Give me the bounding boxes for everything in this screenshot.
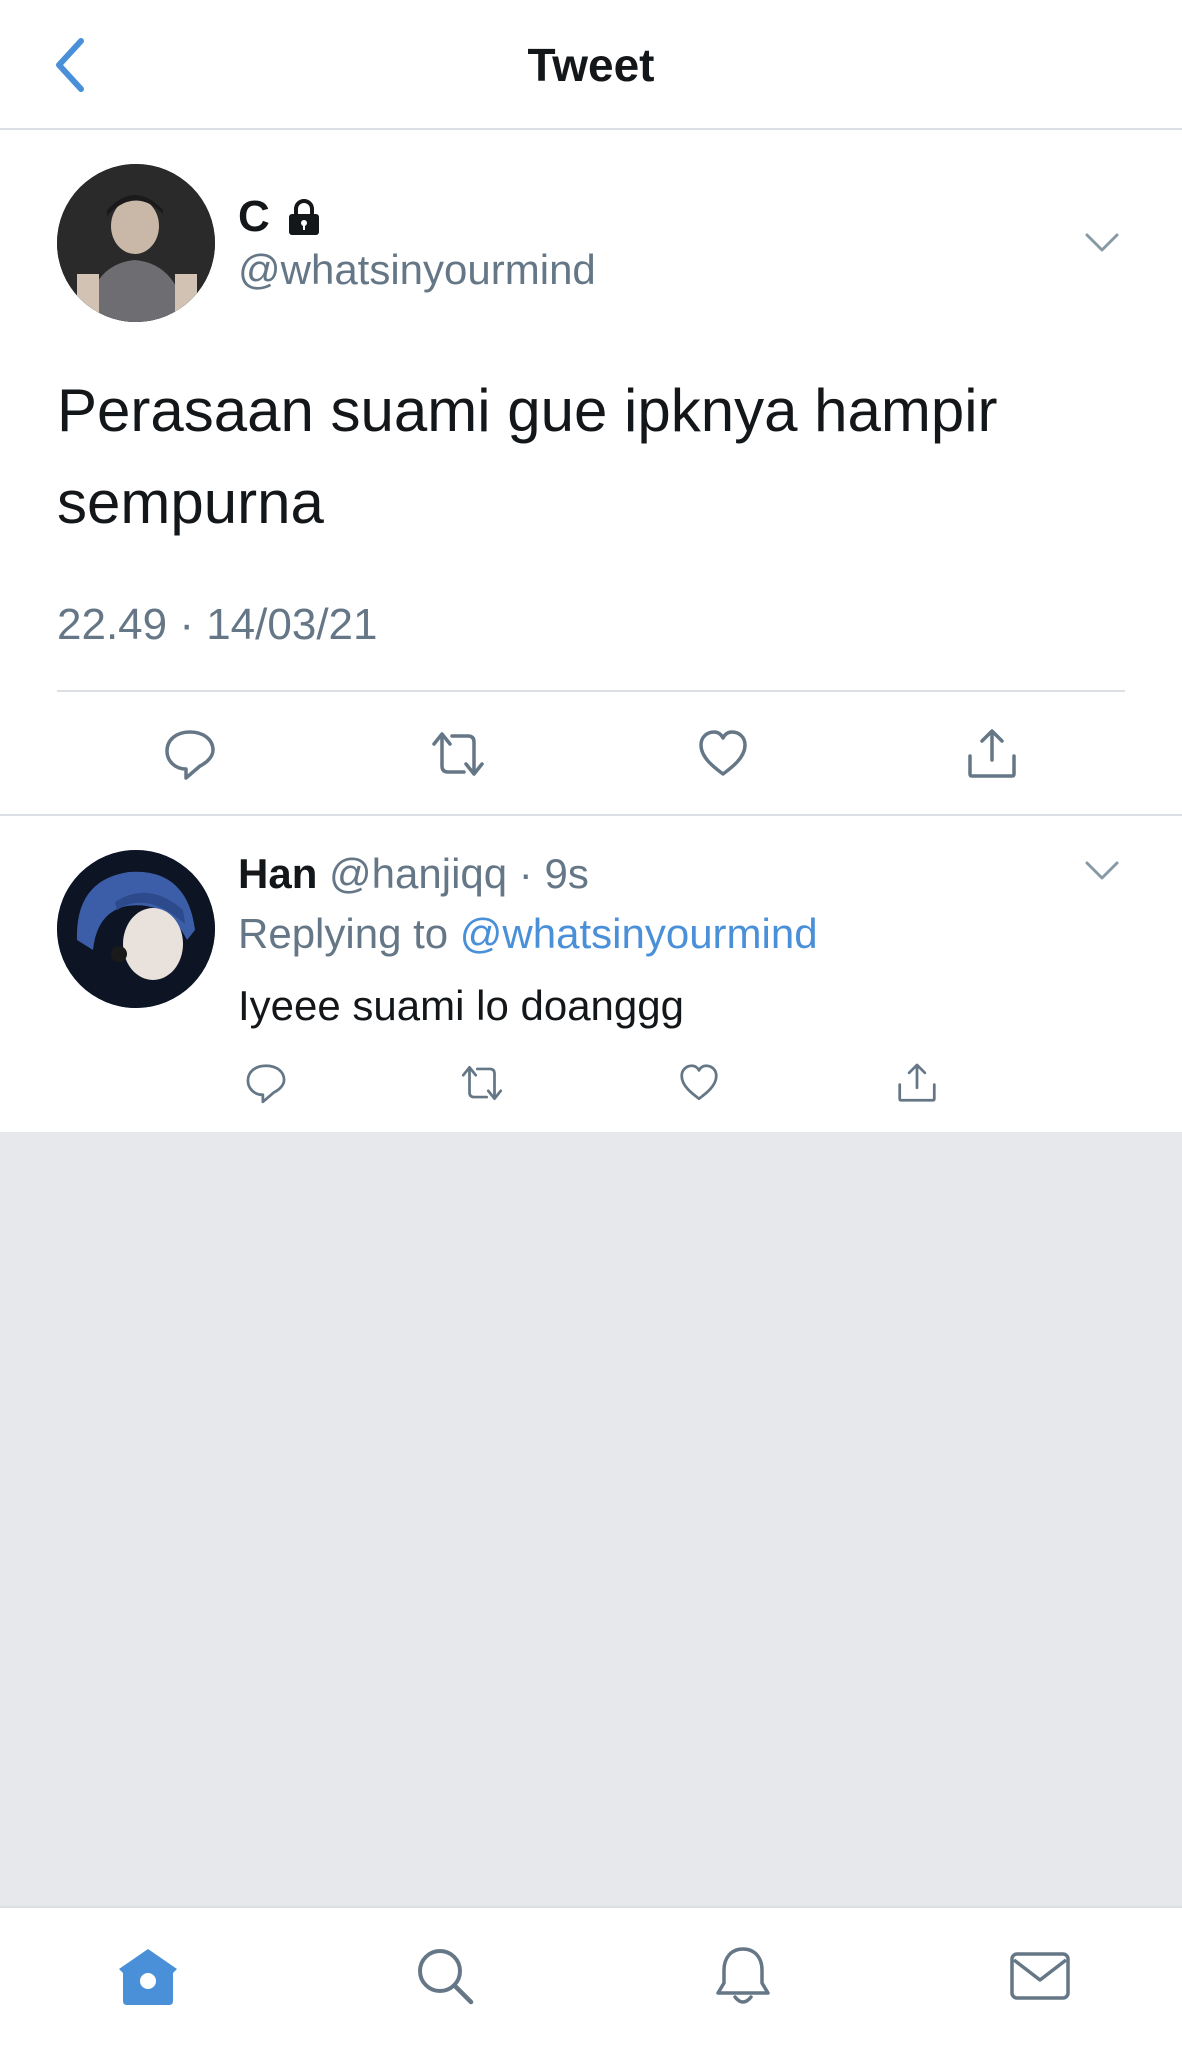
tab-home[interactable] — [108, 1936, 188, 2016]
like-icon — [680, 1064, 718, 1101]
avatar-image — [57, 850, 215, 1008]
lock-icon — [284, 197, 324, 237]
more-options-button[interactable] — [1082, 228, 1122, 258]
like-icon — [699, 730, 747, 776]
replying-to-link[interactable]: @whatsinyourmind — [460, 910, 818, 957]
tab-messages[interactable] — [1000, 1936, 1080, 2016]
notifications-icon — [716, 1947, 770, 2004]
reply-user-handle[interactable]: @hanjiqq — [329, 850, 507, 897]
reply-retweet-button[interactable] — [452, 1048, 512, 1118]
chevron-down-icon — [1085, 861, 1119, 880]
tweet-timestamp: 22.49 · 14/03/21 — [57, 600, 378, 649]
replying-to: Replying to @whatsinyourmind — [238, 910, 818, 958]
replying-to-label: Replying to — [238, 910, 449, 957]
tweet-text: Perasaan suami gue ipknya hampir sempurn… — [57, 377, 998, 536]
search-icon — [418, 1949, 474, 2005]
reply-share-button[interactable] — [887, 1048, 947, 1118]
reply-reply-button[interactable] — [236, 1048, 296, 1118]
home-icon — [119, 1949, 177, 2005]
bottom-tab-bar — [0, 1906, 1182, 2048]
messages-icon — [1010, 1952, 1070, 2000]
tab-search[interactable] — [405, 1936, 485, 2016]
page-title: Tweet — [527, 39, 655, 91]
reply-icon — [165, 730, 215, 780]
share-button[interactable] — [952, 708, 1032, 800]
reply-button[interactable] — [150, 708, 230, 800]
retweet-button[interactable] — [418, 708, 498, 800]
reply-header: Han @hanjiqq · 9s — [238, 850, 589, 898]
user-handle[interactable]: @whatsinyourmind — [238, 246, 596, 294]
reply-like-button[interactable] — [669, 1048, 729, 1118]
display-name-text: C — [238, 192, 270, 241]
like-button[interactable] — [683, 708, 763, 800]
separator-dot: · — [518, 850, 533, 897]
main-tweet: C @whatsinyourmind Perasaan suami gue ip… — [0, 130, 1182, 816]
display-name[interactable]: C — [238, 192, 324, 242]
retweet-icon — [432, 732, 484, 776]
top-nav-bar: Tweet — [0, 0, 1182, 130]
tweet-actions — [0, 708, 1182, 800]
reply-text: Iyeee suami lo doanggg — [238, 982, 684, 1029]
reply-timestamp: 9s — [544, 850, 589, 897]
reply-actions — [0, 1048, 1182, 1118]
reply-tweet[interactable]: Han @hanjiqq · 9s Replying to @whatsinyo… — [0, 816, 1182, 1132]
share-icon — [898, 1063, 936, 1102]
tab-notifications[interactable] — [703, 1936, 783, 2016]
reply-display-name[interactable]: Han — [238, 850, 317, 897]
chevron-down-icon — [1085, 233, 1119, 252]
retweet-icon — [461, 1066, 503, 1100]
divider — [57, 690, 1125, 692]
avatar-image — [57, 164, 215, 322]
avatar[interactable] — [57, 164, 215, 322]
reply-more-options-button[interactable] — [1082, 856, 1122, 886]
share-icon — [968, 729, 1016, 778]
reply-avatar[interactable] — [57, 850, 215, 1008]
empty-timeline-area — [0, 1132, 1182, 1906]
reply-icon — [246, 1064, 286, 1104]
